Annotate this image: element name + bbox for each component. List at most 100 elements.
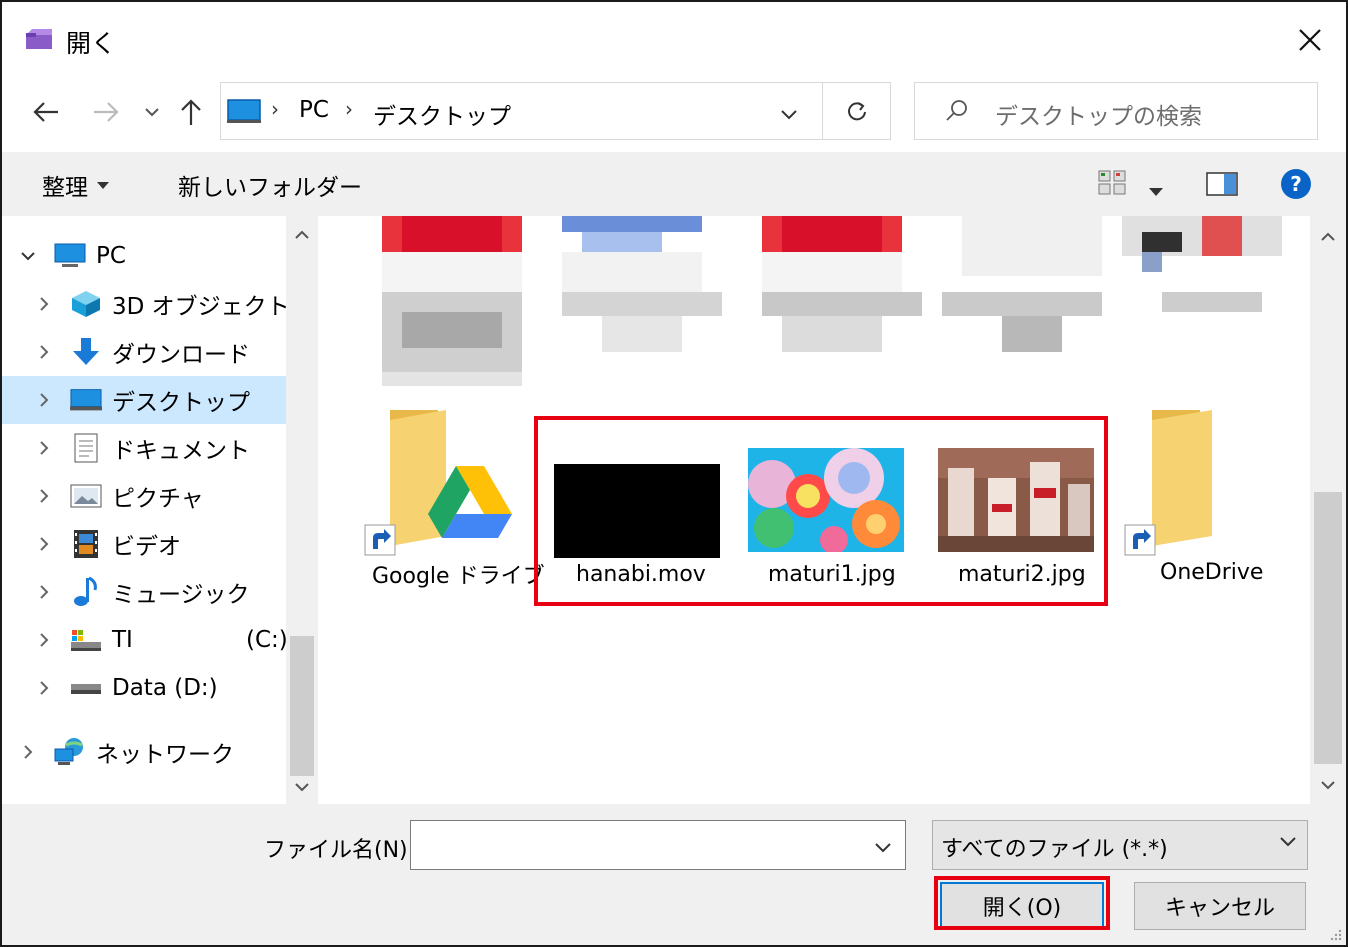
scroll-down-icon[interactable] bbox=[294, 782, 310, 792]
title-bar: 開く bbox=[2, 2, 1346, 76]
pc-icon bbox=[54, 241, 86, 271]
back-button[interactable] bbox=[26, 90, 66, 134]
chevron-right-icon[interactable] bbox=[34, 294, 54, 314]
nav-scroll-thumb[interactable] bbox=[290, 636, 314, 776]
search-placeholder: デスクトップの検索 bbox=[995, 104, 1202, 130]
scroll-down-icon[interactable] bbox=[1320, 780, 1336, 790]
filetype-value: すべてのファイル (*.*) bbox=[941, 837, 1168, 862]
chevron-right-icon[interactable] bbox=[34, 582, 54, 602]
view-options-button[interactable] bbox=[1098, 170, 1128, 202]
nav-label: ドキュメント bbox=[112, 438, 250, 464]
navigation-row: › PC › デスクトップ デスクトップの検索 bbox=[2, 76, 1346, 150]
svg-text:?: ? bbox=[1290, 172, 1302, 196]
filetype-select[interactable]: すべてのファイル (*.*) bbox=[932, 820, 1308, 870]
refresh-button[interactable] bbox=[823, 82, 891, 140]
preview-pane-icon bbox=[1206, 172, 1238, 196]
nav-item-pc[interactable]: PC bbox=[2, 232, 286, 280]
nav-label: ミュージック bbox=[112, 582, 250, 608]
shortcut-arrow-icon bbox=[1124, 524, 1156, 556]
chevron-right-icon[interactable] bbox=[34, 678, 54, 698]
chevron-right-icon[interactable] bbox=[18, 742, 38, 762]
shortcut-arrow-icon bbox=[364, 524, 396, 556]
nav-item-desktop[interactable]: デスクトップ bbox=[2, 376, 286, 424]
nav-label: ビデオ bbox=[112, 534, 181, 560]
nav-label: Data (D:) bbox=[112, 675, 218, 701]
window-title: 開く bbox=[66, 29, 117, 58]
picture-icon bbox=[70, 481, 102, 511]
chevron-right-icon[interactable] bbox=[34, 534, 54, 554]
search-icon bbox=[946, 100, 967, 121]
chevron-right-icon[interactable] bbox=[34, 342, 54, 362]
chevron-right-icon[interactable] bbox=[34, 486, 54, 506]
nav-scrollbar[interactable] bbox=[286, 216, 318, 804]
filename-input[interactable] bbox=[410, 820, 906, 870]
network-icon bbox=[54, 737, 86, 767]
arrow-right-icon bbox=[94, 102, 119, 122]
help-button[interactable]: ? bbox=[1280, 168, 1312, 206]
scroll-up-icon[interactable] bbox=[294, 230, 310, 240]
chevron-down-icon[interactable] bbox=[18, 246, 38, 266]
highlight-annotation-files bbox=[534, 416, 1108, 606]
help-icon: ? bbox=[1281, 169, 1311, 199]
nav-item-network[interactable]: ネットワーク bbox=[2, 728, 286, 776]
new-folder-button[interactable]: 新しいフォルダー bbox=[178, 168, 362, 202]
scroll-up-icon[interactable] bbox=[1320, 232, 1336, 242]
desktop-icon bbox=[70, 385, 102, 415]
address-bar[interactable]: › PC › デスクトップ bbox=[220, 82, 823, 140]
content-scrollbar[interactable] bbox=[1310, 216, 1346, 804]
breadcrumb-pc[interactable]: PC bbox=[299, 97, 329, 123]
organize-button[interactable]: 整理 bbox=[42, 168, 110, 202]
content-scroll-thumb[interactable] bbox=[1314, 492, 1342, 764]
arrow-left-icon bbox=[33, 102, 58, 122]
drive-d-icon bbox=[70, 673, 102, 703]
nav-label: ネットワーク bbox=[96, 742, 234, 768]
filename-label: ファイル名(N): bbox=[264, 838, 416, 863]
chevron-right-icon[interactable] bbox=[34, 390, 54, 410]
search-box[interactable]: デスクトップの検索 bbox=[914, 82, 1318, 140]
chevron-down-icon bbox=[145, 108, 159, 117]
refresh-icon bbox=[847, 102, 866, 121]
nav-label: 3D オブジェクト bbox=[112, 294, 290, 320]
file-input-panel: ファイル名(N): すべてのファイル (*.*) 開く(O) キャンセル bbox=[2, 804, 1346, 945]
download-icon bbox=[70, 337, 102, 367]
forward-button[interactable] bbox=[88, 90, 124, 134]
nav-item-downloads[interactable]: ダウンロード bbox=[2, 328, 286, 376]
highlight-annotation-open bbox=[934, 876, 1110, 930]
resize-grip-icon[interactable] bbox=[1328, 927, 1342, 941]
nav-item-drive-d[interactable]: Data (D:) bbox=[2, 664, 286, 712]
nav-item-documents[interactable]: ドキュメント bbox=[2, 424, 286, 472]
drive-c-icon bbox=[70, 625, 102, 655]
nav-item-3d-objects[interactable]: 3D オブジェクト bbox=[2, 280, 290, 328]
file-label: Google ドライブ bbox=[372, 564, 545, 589]
dialog-app-icon bbox=[26, 29, 52, 49]
breadcrumb-desktop[interactable]: デスクトップ bbox=[373, 97, 511, 131]
close-button[interactable] bbox=[1288, 18, 1332, 62]
nav-label: TI bbox=[112, 627, 133, 653]
file-label: OneDrive bbox=[1160, 560, 1264, 585]
address-dropdown[interactable] bbox=[774, 99, 804, 129]
breadcrumb-separator: › bbox=[271, 97, 279, 121]
drive-letter: (C:) bbox=[246, 627, 288, 653]
music-icon bbox=[70, 576, 102, 607]
recent-locations-button[interactable] bbox=[140, 90, 164, 134]
close-icon bbox=[1299, 29, 1321, 51]
3d-objects-icon bbox=[70, 289, 102, 319]
nav-item-music[interactable]: ミュージック bbox=[2, 568, 286, 616]
chevron-right-icon[interactable] bbox=[34, 630, 54, 650]
chevron-down-icon bbox=[781, 110, 797, 120]
view-dropdown-button[interactable] bbox=[1148, 178, 1164, 203]
filename-dropdown[interactable] bbox=[874, 834, 892, 859]
nav-item-videos[interactable]: ビデオ bbox=[2, 520, 286, 568]
chevron-right-icon[interactable] bbox=[34, 438, 54, 458]
nav-label: ピクチャ bbox=[112, 486, 204, 512]
preview-pane-button[interactable] bbox=[1206, 172, 1238, 202]
caret-down-icon bbox=[1149, 188, 1163, 196]
breadcrumb-separator: › bbox=[345, 97, 353, 121]
cancel-button[interactable]: キャンセル bbox=[1134, 882, 1306, 930]
nav-item-pictures[interactable]: ピクチャ bbox=[2, 472, 286, 520]
up-button[interactable] bbox=[174, 90, 208, 134]
chevron-down-icon bbox=[1280, 837, 1296, 847]
document-icon bbox=[70, 433, 102, 463]
nav-label: デスクトップ bbox=[112, 390, 250, 416]
nav-item-drive-c[interactable]: TI (C:) bbox=[2, 616, 288, 664]
